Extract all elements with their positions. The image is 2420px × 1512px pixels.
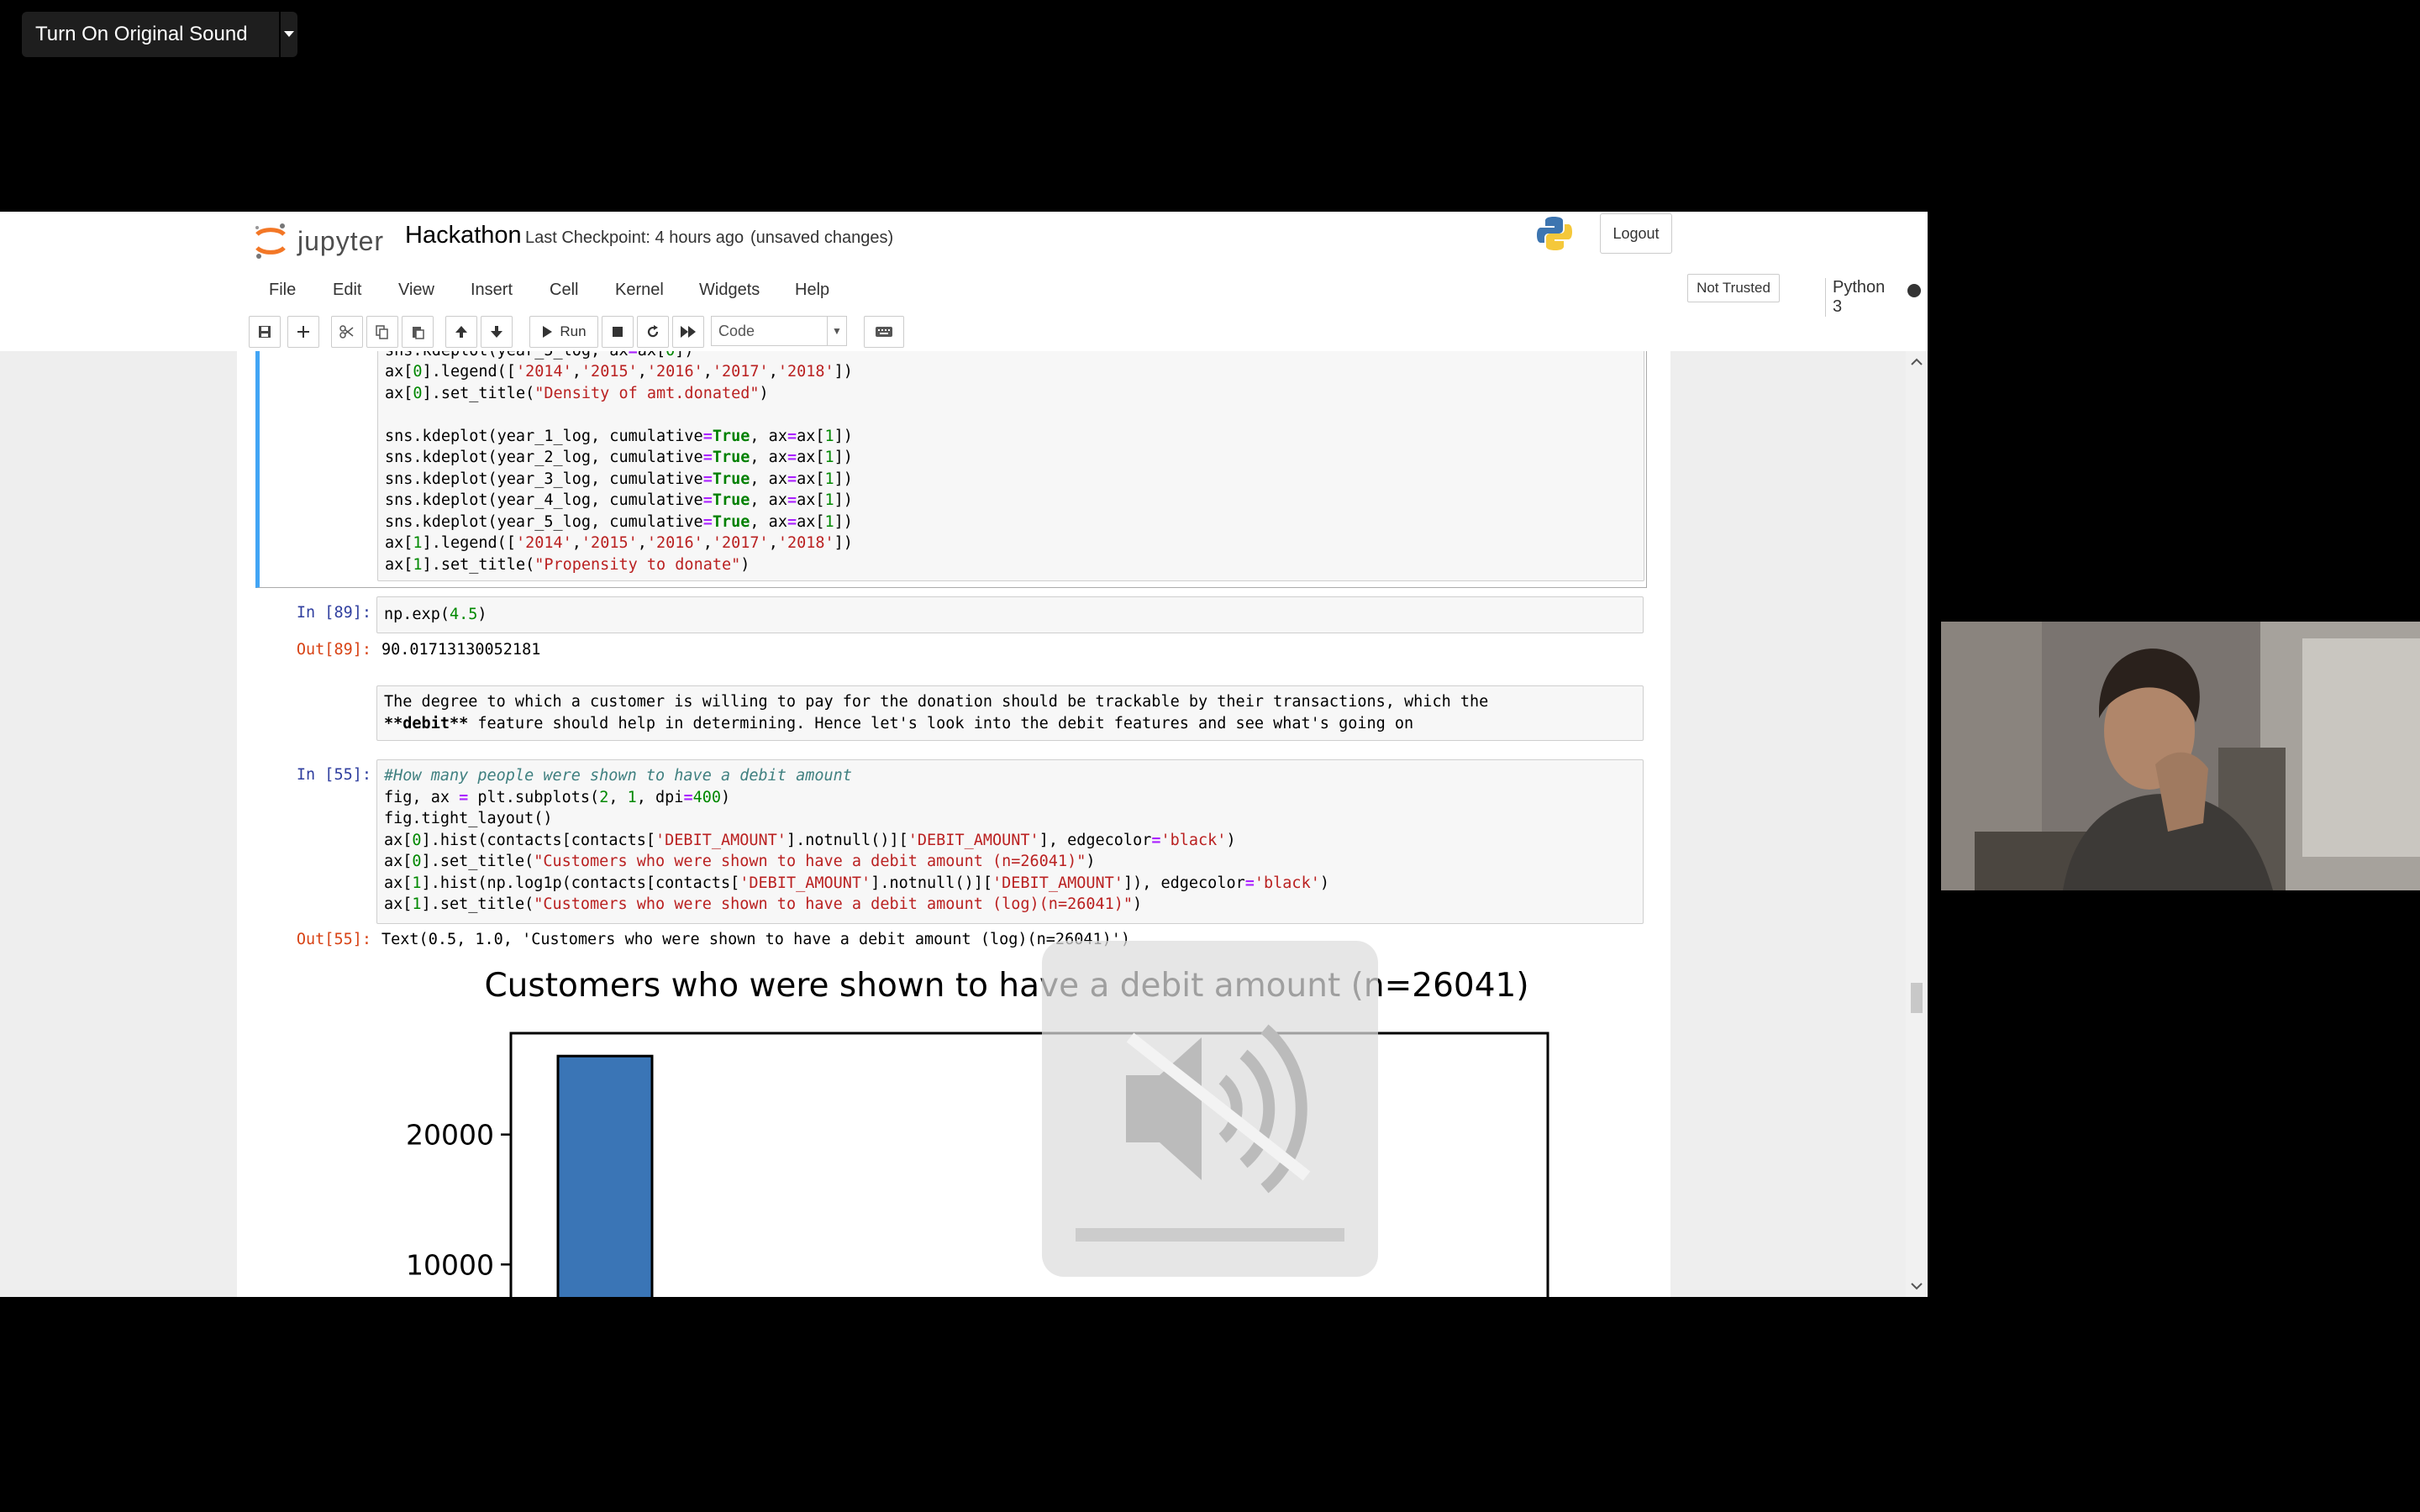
code-line: sns.kdeplot(year_1_log, cumulative=True,… [385,428,853,445]
notebook-page: sns.kdeplot(year_5_log, ax=ax[0]) ax[0].… [237,351,1670,1297]
code-line: ax[0].set_title("Customers who were show… [384,853,1096,870]
code-line: ax[1].legend(['2014','2015','2016','2017… [385,534,853,552]
scrollbar-thumb[interactable] [1911,983,1923,1013]
chevron-down-icon: ▼ [827,317,846,345]
code-input[interactable]: #How many people were shown to have a de… [376,759,1644,924]
menu-help[interactable]: Help [795,281,829,300]
code-line: sns.kdeplot(year_2_log, cumulative=True,… [385,449,853,466]
restart-run-all-icon[interactable] [672,316,704,348]
menu-widgets[interactable]: Widgets [699,281,760,300]
code-line: ax[0].hist(contacts[contacts['DEBIT_AMOU… [384,832,1236,849]
output-prompt: Out[55]: [296,931,371,948]
cell-type-select[interactable]: Code ▼ [711,316,847,346]
logout-button[interactable]: Logout [1600,213,1672,254]
menu-file[interactable]: File [269,281,296,300]
menu-cell[interactable]: Cell [550,281,578,300]
copy-icon[interactable] [366,316,398,348]
markdown-line: The degree to which a customer is willin… [384,693,1489,711]
code-line: ax[0].set_title("Density of amt.donated"… [385,385,769,402]
cell-output-text: 90.01713130052181 [381,641,541,659]
jupyter-logo-text: jupyter [297,225,385,256]
menu-insert[interactable]: Insert [471,281,513,300]
cell-type-value: Code [718,322,755,339]
y-tick-label: 10000 [406,1248,494,1281]
menu-view[interactable]: View [398,281,434,300]
trust-status-button[interactable]: Not Trusted [1687,274,1780,302]
kernel-name[interactable]: Python 3 [1825,278,1885,317]
run-button[interactable]: Run [529,316,598,348]
notebook-name[interactable]: Hackathon [405,222,522,249]
code-line: fig, ax = plt.subplots(2, 1, dpi=400) [384,789,731,806]
restart-kernel-icon[interactable] [637,316,669,348]
code-line: ax[0].legend(['2014','2015','2016','2017… [385,363,853,381]
jupyter-header: jupyter Hackathon Last Checkpoint: 4 hou… [0,212,1928,352]
histogram-chart: Customers who were shown to have a debit… [406,967,1549,1297]
turn-on-original-sound-button[interactable]: Turn On Original Sound [22,12,297,57]
vertical-scrollbar[interactable] [1906,351,1928,1297]
markdown-text: feature should help in determining. Henc… [468,715,1414,732]
cut-icon[interactable] [331,316,363,348]
code-line: ax[1].set_title("Propensity to donate") [385,556,750,574]
move-down-icon[interactable] [481,316,513,348]
code-input[interactable]: sns.kdeplot(year_5_log, ax=ax[0]) ax[0].… [377,351,1644,581]
participant-video[interactable] [1941,622,2420,890]
input-prompt: In [55]: [296,766,371,784]
paste-icon[interactable] [402,316,434,348]
code-input[interactable]: np.exp(4.5) [376,596,1644,633]
y-tick-label: 20000 [406,1119,494,1152]
markdown-bold: **debit** [384,715,469,732]
code-line: ax[1].set_title("Customers who were show… [384,895,1143,913]
jupyter-logo-icon [255,223,286,259]
code-line: fig.tight_layout() [384,810,553,827]
markdown-line: **debit** feature should help in determi… [384,713,1413,735]
code-line: ax[1].hist(np.log1p(contacts[contacts['D… [384,874,1329,892]
kernel-idle-icon [1907,284,1921,297]
add-cell-icon[interactable] [287,316,319,348]
play-icon [543,326,553,338]
selected-code-cell[interactable]: sns.kdeplot(year_5_log, ax=ax[0]) ax[0].… [255,351,1647,588]
code-line: sns.kdeplot(year_3_log, cumulative=True,… [385,470,853,488]
move-up-icon[interactable] [445,316,477,348]
save-icon[interactable] [249,316,281,348]
menu-bar: File Edit View Insert Cell Kernel Widget… [249,274,1921,317]
muted-audio-overlay [1042,941,1378,1277]
markdown-cell[interactable]: The degree to which a customer is willin… [376,685,1644,741]
jupyter-logo[interactable]: jupyter [252,220,384,262]
python-logo-icon [1537,217,1572,250]
histogram-bar [556,1054,654,1297]
run-label: Run [560,323,587,339]
autosave-status: (unsaved changes) [750,228,894,247]
caret-down-icon[interactable] [281,30,297,39]
checkpoint-status: Last Checkpoint: 4 hours ago [525,228,744,247]
code-line: #How many people were shown to have a de… [384,767,852,785]
notebook-toolbar: Run Code ▼ [249,316,1677,349]
scroll-up-icon[interactable] [1906,353,1928,370]
speaker-muted-icon [1076,1024,1344,1242]
jupyter-window: jupyter Hackathon Last Checkpoint: 4 hou… [0,212,1928,1297]
notebook-area: sns.kdeplot(year_5_log, ax=ax[0]) ax[0].… [0,351,1928,1297]
code-line: sns.kdeplot(year_5_log, ax=ax[0]) [385,351,694,362]
sound-button-label: Turn On Original Sound [35,23,248,45]
menu-edit[interactable]: Edit [333,281,361,300]
code-line: sns.kdeplot(year_4_log, cumulative=True,… [385,491,853,509]
cell-output-text: Text(0.5, 1.0, 'Customers who were shown… [381,931,1131,948]
code-line: np.exp(4.5) [384,606,487,623]
plot-frame [509,1032,1549,1297]
scroll-down-icon[interactable] [1906,1278,1928,1295]
menu-kernel[interactable]: Kernel [615,281,664,300]
interrupt-kernel-icon[interactable] [602,316,634,348]
code-line: sns.kdeplot(year_5_log, cumulative=True,… [385,513,853,531]
participant-video-feed [1941,622,2420,890]
keyboard-shortcuts-icon[interactable] [864,316,904,348]
output-prompt: Out[89]: [296,641,371,659]
input-prompt: In [89]: [296,604,371,622]
